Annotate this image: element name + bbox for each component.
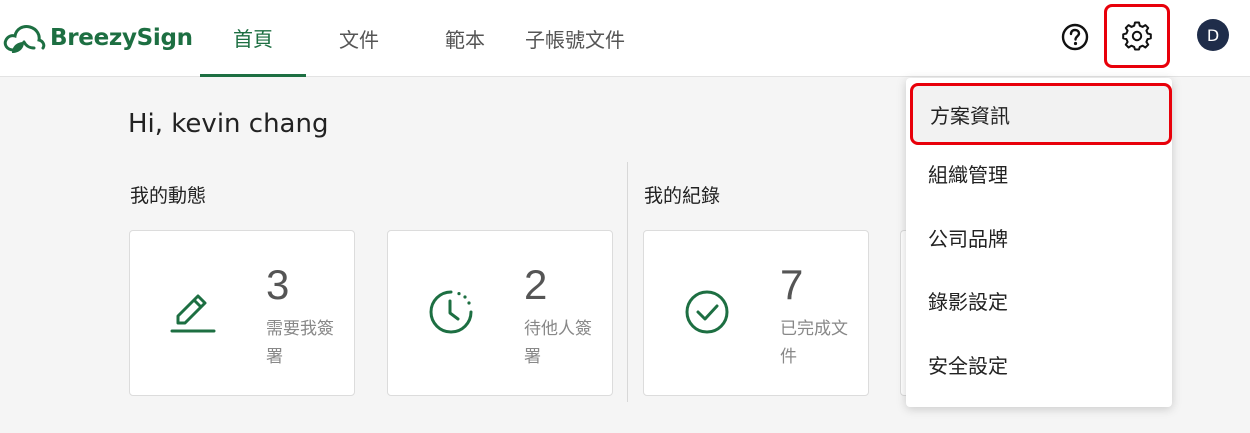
settings-dropdown-menu: 方案資訊 組織管理 公司品牌 錄影設定 安全設定	[906, 78, 1172, 407]
question-circle-icon[interactable]	[1060, 22, 1090, 52]
card-label: 待他人簽署	[524, 319, 592, 367]
nav-tab-home[interactable]: 首頁	[200, 0, 306, 77]
top-header: BreezySign 首頁 文件 範本 子帳號文件 D	[0, 0, 1250, 77]
card-label: 需要我簽署	[266, 319, 334, 367]
greeting-heading: Hi, kevin chang	[128, 109, 329, 139]
card-count: 2	[524, 261, 548, 308]
brand-name: BreezySign	[50, 25, 193, 51]
check-circle-icon	[685, 290, 729, 334]
nav-tab-subaccount-documents[interactable]: 子帳號文件	[520, 0, 630, 77]
gear-icon	[1122, 21, 1152, 51]
cloud-leaf-logo-icon	[3, 25, 46, 53]
clock-icon	[429, 290, 473, 334]
section-divider	[627, 162, 628, 402]
section-title-records: 我的紀錄	[644, 185, 721, 207]
menu-item-security-settings[interactable]: 安全設定	[906, 333, 1172, 395]
card-label: 已完成文件	[780, 319, 848, 367]
user-avatar[interactable]: D	[1197, 19, 1229, 51]
nav-tab-templates[interactable]: 範本	[412, 0, 518, 77]
menu-item-plan-info[interactable]: 方案資訊	[910, 83, 1172, 145]
menu-item-company-brand[interactable]: 公司品牌	[906, 206, 1172, 268]
card-completed-documents[interactable]: 7 已完成文件	[643, 230, 869, 396]
pen-icon	[170, 294, 216, 333]
card-awaiting-others[interactable]: 2 待他人簽署	[387, 230, 613, 396]
settings-button[interactable]	[1104, 4, 1170, 68]
card-count: 7	[780, 261, 804, 308]
main-nav: 首頁 文件 範本 子帳號文件	[200, 0, 630, 77]
nav-tab-documents[interactable]: 文件	[306, 0, 412, 77]
brand-logo[interactable]: BreezySign	[2, 20, 193, 56]
menu-item-organization[interactable]: 組織管理	[906, 142, 1172, 204]
card-count: 3	[266, 261, 290, 308]
section-title-activity: 我的動態	[130, 185, 207, 207]
card-needs-my-signature[interactable]: 3 需要我簽署	[129, 230, 355, 396]
menu-item-recording-settings[interactable]: 錄影設定	[906, 269, 1172, 331]
